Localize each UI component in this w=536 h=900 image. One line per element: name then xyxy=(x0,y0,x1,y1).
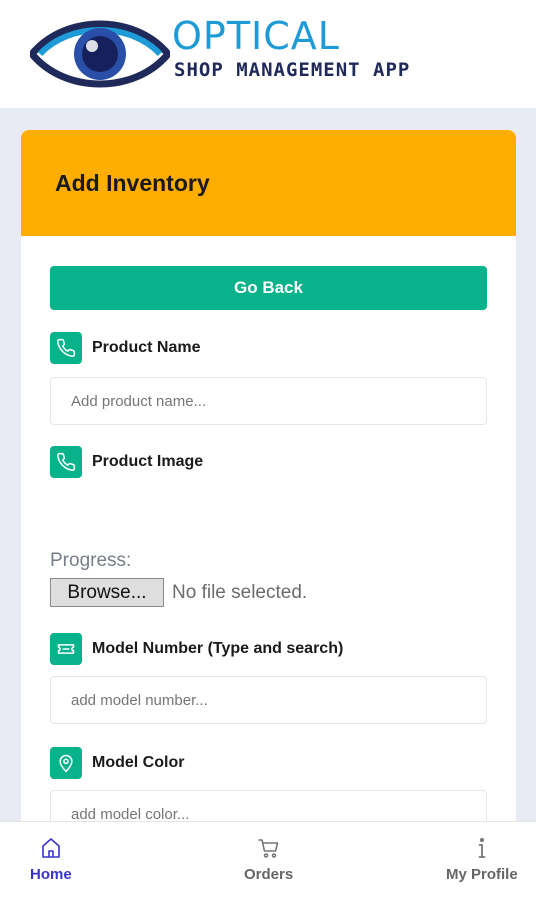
nav-item-home[interactable]: Home xyxy=(30,836,72,883)
browse-button[interactable]: Browse... xyxy=(50,578,164,607)
model-number-input[interactable] xyxy=(50,676,487,724)
product-name-label-text: Product Name xyxy=(92,339,201,356)
nav-label-home: Home xyxy=(30,866,72,883)
nav-item-orders[interactable]: Orders xyxy=(244,836,293,883)
bottom-navigation: Home Orders My Profile xyxy=(0,821,536,900)
product-image-label-text: Product Image xyxy=(92,453,204,470)
logo-subtitle: SHOP MANAGEMENT APP xyxy=(174,59,411,81)
phone-icon xyxy=(50,332,82,364)
model-number-label-text: Model Number (Type and search) xyxy=(92,640,344,657)
phone-icon xyxy=(50,446,82,478)
nav-item-my-profile[interactable]: My Profile xyxy=(446,836,518,883)
app-header: OPTICAL SHOP MANAGEMENT APP xyxy=(0,0,536,108)
add-inventory-card: Add Inventory Go Back Product Name Produ… xyxy=(21,130,516,830)
model-color-label-text: Model Color xyxy=(92,754,185,771)
logo-title: OPTICAL xyxy=(172,14,340,58)
model-number-label: Model Number (Type and search) xyxy=(50,633,343,665)
ticket-icon xyxy=(50,633,82,665)
file-input: Browse... No file selected. xyxy=(50,578,307,607)
product-name-label: Product Name xyxy=(50,332,200,364)
nav-label-orders: Orders xyxy=(244,866,294,883)
no-file-text: No file selected. xyxy=(172,581,308,603)
model-color-label: Model Color xyxy=(50,747,184,779)
eye-logo-icon xyxy=(30,20,170,88)
info-icon xyxy=(478,837,486,858)
go-back-button[interactable]: Go Back xyxy=(50,266,487,310)
product-name-input[interactable] xyxy=(50,377,487,425)
page-title: Add Inventory xyxy=(55,169,210,196)
card-header: Add Inventory xyxy=(21,130,516,236)
nav-label-my-profile: My Profile xyxy=(446,866,518,883)
upload-progress-label: Progress: xyxy=(50,550,132,571)
cart-icon xyxy=(257,839,278,858)
product-image-label: Product Image xyxy=(50,446,203,478)
home-icon xyxy=(42,838,60,858)
map-pin-icon xyxy=(50,747,82,779)
